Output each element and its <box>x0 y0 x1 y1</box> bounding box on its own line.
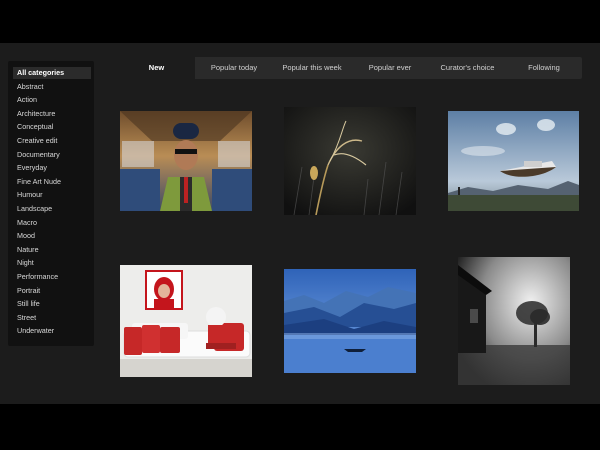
photo-thumbnail-4[interactable] <box>120 265 252 377</box>
category-humour[interactable]: Humour <box>13 189 91 201</box>
category-all[interactable]: All categories <box>13 67 91 79</box>
portrait-photo-icon <box>120 111 252 211</box>
red-sofa-photo-icon <box>120 265 252 377</box>
category-architecture[interactable]: Architecture <box>13 108 91 120</box>
tab-following[interactable]: Following <box>506 57 582 79</box>
category-mood[interactable]: Mood <box>13 230 91 242</box>
photo-thumbnail-6[interactable] <box>458 257 570 385</box>
category-underwater[interactable]: Underwater <box>13 325 91 337</box>
sort-tabs: New Popular today Popular this week Popu… <box>118 57 582 84</box>
photo-thumbnail-1[interactable] <box>120 111 252 211</box>
category-action[interactable]: Action <box>13 94 91 106</box>
tab-popular-this-week[interactable]: Popular this week <box>273 57 351 79</box>
category-street[interactable]: Street <box>13 312 91 324</box>
tab-popular-ever[interactable]: Popular ever <box>351 57 429 79</box>
category-abstract[interactable]: Abstract <box>13 81 91 93</box>
tab-popular-today[interactable]: Popular today <box>195 57 273 79</box>
category-portrait[interactable]: Portrait <box>13 285 91 297</box>
category-creative-edit[interactable]: Creative edit <box>13 135 91 147</box>
photo-thumbnail-5[interactable] <box>284 269 416 373</box>
flying-boat-photo-icon <box>448 111 579 211</box>
gallery-frame: All categories Abstract Action Architect… <box>0 43 600 404</box>
plant-macro-photo-icon <box>284 107 416 215</box>
category-fine-art-nude[interactable]: Fine Art Nude <box>13 176 91 188</box>
tab-new[interactable]: New <box>118 57 195 84</box>
photo-thumbnail-2[interactable] <box>284 107 416 215</box>
house-tree-photo-icon <box>458 257 570 385</box>
category-night[interactable]: Night <box>13 257 91 269</box>
category-performance[interactable]: Performance <box>13 271 91 283</box>
category-everyday[interactable]: Everyday <box>13 162 91 174</box>
category-still-life[interactable]: Still life <box>13 298 91 310</box>
category-documentary[interactable]: Documentary <box>13 149 91 161</box>
category-sidebar: All categories Abstract Action Architect… <box>8 61 94 346</box>
category-conceptual[interactable]: Conceptual <box>13 121 91 133</box>
tab-curators-choice[interactable]: Curator's choice <box>429 57 506 79</box>
category-macro[interactable]: Macro <box>13 217 91 229</box>
category-nature[interactable]: Nature <box>13 244 91 256</box>
photo-thumbnail-3[interactable] <box>448 111 579 211</box>
blue-mountains-photo-icon <box>284 269 416 373</box>
category-landscape[interactable]: Landscape <box>13 203 91 215</box>
